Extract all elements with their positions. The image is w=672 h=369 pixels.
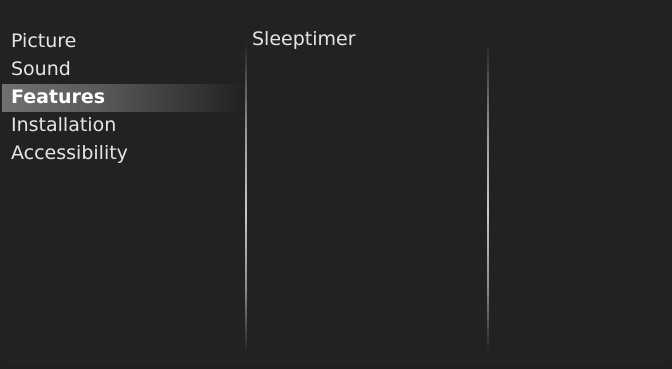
menu-item-features[interactable]: Features xyxy=(2,84,242,112)
main-menu: Picture Sound Features Installation Acce… xyxy=(2,28,242,168)
menu-item-picture[interactable]: Picture xyxy=(2,28,242,56)
tv-settings-screen: Picture Sound Features Installation Acce… xyxy=(2,2,670,365)
menu-divider-right xyxy=(487,42,489,352)
menu-item-installation[interactable]: Installation xyxy=(2,112,242,140)
features-submenu: Sleeptimer xyxy=(252,26,482,54)
menu-item-sound[interactable]: Sound xyxy=(2,56,242,84)
menu-item-accessibility[interactable]: Accessibility xyxy=(2,140,242,168)
menu-divider-left xyxy=(245,42,247,352)
submenu-item-sleeptimer[interactable]: Sleeptimer xyxy=(252,26,482,54)
